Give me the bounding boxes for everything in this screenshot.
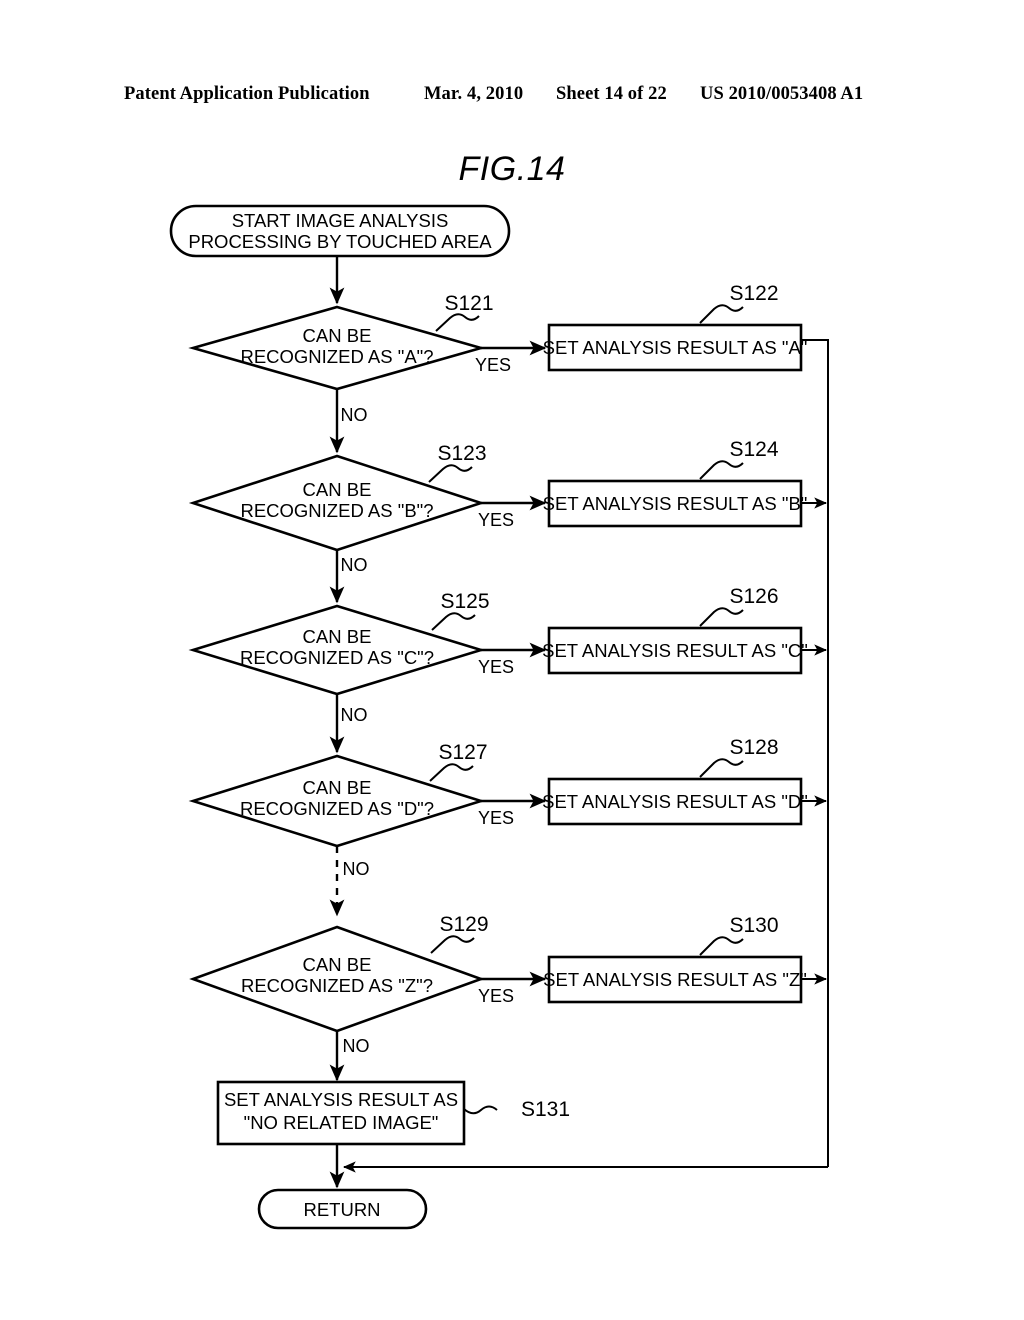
decision-s123: CAN BE RECOGNIZED AS "B"? [188,454,486,552]
decision-s121: CAN BE RECOGNIZED AS "A"? [188,305,486,391]
edge-label-s121-yes: YES [475,355,511,375]
flowchart-diagram: START IMAGE ANALYSIS PROCESSING BY TOUCH… [169,204,829,1230]
decision-s129-line2: RECOGNIZED AS "Z"? [241,975,433,996]
decision-s121-line1: CAN BE [303,325,372,346]
leader-s126 [699,607,744,627]
step-label-s123: S123 [437,442,486,465]
edge-label-s127-no: NO [343,859,370,879]
patent-figure-page: Patent Application Publication Mar. 4, 2… [0,0,1024,1320]
step-label-s131: S131 [521,1098,570,1121]
process-s128: SET ANALYSIS RESULT AS "D" [542,777,808,826]
process-s130: SET ANALYSIS RESULT AS "Z" [543,955,807,1004]
process-s122-label: SET ANALYSIS RESULT AS "A" [543,337,808,358]
leader-s121 [435,313,480,332]
step-label-s121: S121 [444,292,493,315]
leader-s128 [699,758,744,778]
decision-s123-line1: CAN BE [303,479,372,500]
process-s130-label: SET ANALYSIS RESULT AS "Z" [543,969,807,990]
decision-s125: CAN BE RECOGNIZED AS "C"? [188,604,486,696]
process-s124-label: SET ANALYSIS RESULT AS "B" [543,493,808,514]
edge-label-s123-no: NO [341,555,368,575]
edge-label-s121-no: NO [341,405,368,425]
connector-return-bus [801,339,829,1167]
decision-s121-line2: RECOGNIZED AS "A"? [240,346,433,367]
edge-label-s125-no: NO [341,705,368,725]
edge-label-s129-no: NO [343,1036,370,1056]
leader-s130 [699,936,744,956]
process-s131-line2: "NO RELATED IMAGE" [244,1112,439,1133]
decision-s129-line1: CAN BE [303,954,372,975]
step-label-s124: S124 [729,438,778,461]
decision-s127: CAN BE RECOGNIZED AS "D"? [188,754,486,848]
process-s131-line1: SET ANALYSIS RESULT AS [224,1089,458,1110]
leader-s125 [431,612,476,631]
step-label-s122: S122 [729,282,778,305]
step-label-s125: S125 [440,590,489,613]
decision-s127-line1: CAN BE [303,777,372,798]
start-terminator-line1: START IMAGE ANALYSIS [232,210,449,231]
process-s124: SET ANALYSIS RESULT AS "B" [543,479,808,528]
decision-s125-line1: CAN BE [303,626,372,647]
return-terminator: RETURN [257,1188,428,1230]
process-s126: SET ANALYSIS RESULT AS "C" [542,626,808,675]
leader-s123 [428,464,473,483]
decision-s129: CAN BE RECOGNIZED AS "Z"? [189,925,485,1033]
decision-s127-line2: RECOGNIZED AS "D"? [240,798,434,819]
step-label-s128: S128 [729,736,778,759]
decision-s125-line2: RECOGNIZED AS "C"? [240,647,434,668]
start-terminator-line2: PROCESSING BY TOUCHED AREA [188,231,492,252]
decision-s123-line2: RECOGNIZED AS "B"? [240,500,433,521]
leader-s127 [429,763,474,782]
process-s126-label: SET ANALYSIS RESULT AS "C" [542,640,808,661]
step-label-s129: S129 [439,913,488,936]
step-label-s126: S126 [729,585,778,608]
step-label-s127: S127 [438,741,487,764]
return-terminator-label: RETURN [303,1199,380,1220]
leader-s124 [699,460,744,480]
edge-label-s123-yes: YES [478,510,514,530]
step-label-s130: S130 [729,914,778,937]
process-s122: SET ANALYSIS RESULT AS "A" [543,323,808,372]
leader-s122 [699,304,744,324]
start-terminator: START IMAGE ANALYSIS PROCESSING BY TOUCH… [169,204,511,258]
process-s128-label: SET ANALYSIS RESULT AS "D" [542,791,808,812]
edge-label-s125-yes: YES [478,657,514,677]
leader-s131 [463,1105,498,1115]
leader-s129 [430,935,475,954]
edge-label-s127-yes: YES [478,808,514,828]
process-s131: SET ANALYSIS RESULT AS "NO RELATED IMAGE… [216,1080,466,1146]
edge-label-s129-yes: YES [478,986,514,1006]
